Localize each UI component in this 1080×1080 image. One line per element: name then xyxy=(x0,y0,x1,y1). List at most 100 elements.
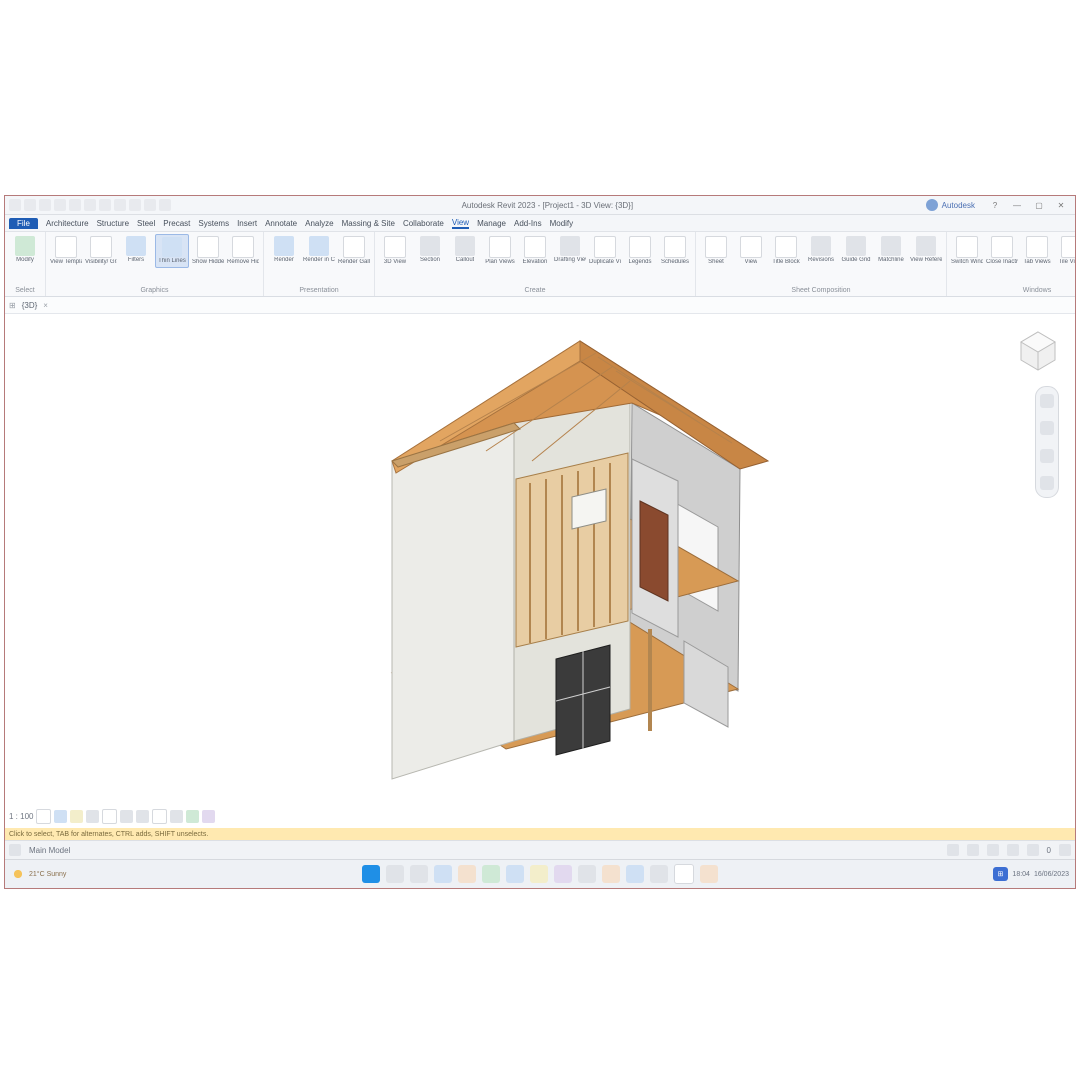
tab-insert[interactable]: Insert xyxy=(237,219,257,228)
tool-switch-windows[interactable]: Switch Windows xyxy=(951,234,983,268)
tab-view[interactable]: View xyxy=(452,218,469,229)
tool-modify[interactable]: Modify xyxy=(9,234,41,266)
tool-title-block[interactable]: Title Block xyxy=(770,234,802,268)
tool-visibility-graphics[interactable]: Visibility/ Graphics xyxy=(85,234,117,268)
drag-elements-icon[interactable] xyxy=(1027,844,1039,856)
drawing-viewport[interactable]: 1 : 100 xyxy=(5,314,1075,828)
visual-style-icon[interactable] xyxy=(54,810,67,823)
tool-section[interactable]: Section xyxy=(414,234,446,266)
user-avatar-icon[interactable] xyxy=(926,199,938,211)
maximize-button[interactable]: ▢ xyxy=(1029,199,1049,211)
select-pinned-icon[interactable] xyxy=(987,844,999,856)
viewcube[interactable] xyxy=(1015,328,1061,374)
properties-collapse-icon[interactable]: ⊞ xyxy=(9,301,16,310)
tool-show-hidden-lines[interactable]: Show Hidden Lines xyxy=(192,234,224,268)
file-tab[interactable]: File xyxy=(9,218,38,229)
filter-icon[interactable] xyxy=(1059,844,1071,856)
detail-level-icon[interactable] xyxy=(36,809,51,824)
unlock-3d-icon[interactable] xyxy=(152,809,167,824)
select-links-icon[interactable] xyxy=(947,844,959,856)
outlook-icon[interactable] xyxy=(578,865,596,883)
qat-open-icon[interactable] xyxy=(69,199,81,211)
qat-save-icon[interactable] xyxy=(9,199,21,211)
notepad-icon[interactable] xyxy=(674,864,694,884)
qat-print-icon[interactable] xyxy=(54,199,66,211)
help-icon[interactable]: ? xyxy=(985,199,1005,211)
teams-icon[interactable] xyxy=(554,865,572,883)
nav-orbit-icon[interactable] xyxy=(1040,476,1054,490)
shadows-icon[interactable] xyxy=(86,810,99,823)
minimize-button[interactable]: ― xyxy=(1007,199,1027,211)
qat-redo-icon[interactable] xyxy=(39,199,51,211)
qat-sync-icon[interactable] xyxy=(84,199,96,211)
tab-addins[interactable]: Add-Ins xyxy=(514,219,542,228)
select-underlay-icon[interactable] xyxy=(967,844,979,856)
tool-tab-views[interactable]: Tab Views xyxy=(1021,234,1053,268)
view-tab-3d[interactable]: {3D} xyxy=(22,301,38,310)
tab-massing[interactable]: Massing & Site xyxy=(342,219,395,228)
quick-access-toolbar[interactable] xyxy=(5,199,175,211)
tool-plan-views[interactable]: Plan Views xyxy=(484,234,516,268)
system-tray[interactable]: ⊞ 18:04 16/06/2023 xyxy=(993,867,1069,881)
crop-view-icon[interactable] xyxy=(120,810,133,823)
tool-render-gallery[interactable]: Render Gallery xyxy=(338,234,370,268)
qat-measure-icon[interactable] xyxy=(99,199,111,211)
tab-modify[interactable]: Modify xyxy=(550,219,574,228)
sun-path-icon[interactable] xyxy=(70,810,83,823)
start-button[interactable] xyxy=(362,865,380,883)
tab-structure[interactable]: Structure xyxy=(97,219,129,228)
tool-elevation[interactable]: Elevation xyxy=(519,234,551,268)
view-scale[interactable]: 1 : 100 xyxy=(9,812,33,821)
tool-3d-view[interactable]: 3D View xyxy=(379,234,411,268)
tab-architecture[interactable]: Architecture xyxy=(46,219,89,228)
temp-hide-icon[interactable] xyxy=(170,810,183,823)
tray-widget-icon[interactable]: ⊞ xyxy=(993,867,1009,881)
tool-view[interactable]: View xyxy=(735,234,767,268)
tab-systems[interactable]: Systems xyxy=(198,219,229,228)
tab-annotate[interactable]: Annotate xyxy=(265,219,297,228)
tab-collaborate[interactable]: Collaborate xyxy=(403,219,444,228)
tool-remove-hidden-lines[interactable]: Remove Hidden Lines xyxy=(227,234,259,268)
nav-wheel-icon[interactable] xyxy=(1040,394,1054,408)
tool-guide-grid[interactable]: Guide Grid xyxy=(840,234,872,266)
main-model-label[interactable]: Main Model xyxy=(29,846,70,855)
qat-text-icon[interactable] xyxy=(144,199,156,211)
taskview-icon[interactable] xyxy=(410,865,428,883)
tool-revisions[interactable]: Revisions xyxy=(805,234,837,266)
powerpoint-icon[interactable] xyxy=(602,865,620,883)
tool-filters[interactable]: Filters xyxy=(120,234,152,266)
tool-matchline[interactable]: Matchline xyxy=(875,234,907,266)
crop-region-icon[interactable] xyxy=(136,810,149,823)
tab-analyze[interactable]: Analyze xyxy=(305,219,333,228)
qat-more-icon[interactable] xyxy=(159,199,171,211)
tool-thin-lines[interactable]: Thin Lines xyxy=(155,234,189,268)
user-area[interactable]: Autodesk xyxy=(920,199,981,211)
vscode-icon[interactable] xyxy=(626,865,644,883)
tool-view-templates[interactable]: View Templates xyxy=(50,234,82,268)
tab-manage[interactable]: Manage xyxy=(477,219,506,228)
tool-duplicate-view[interactable]: Duplicate View xyxy=(589,234,621,268)
revit-icon[interactable] xyxy=(650,865,668,883)
tool-close-inactive[interactable]: Close Inactive xyxy=(986,234,1018,268)
tool-view-reference[interactable]: View Reference xyxy=(910,234,942,266)
qat-undo-icon[interactable] xyxy=(24,199,36,211)
tool-drafting-view[interactable]: Drafting View xyxy=(554,234,586,266)
3d-model[interactable] xyxy=(280,314,800,811)
tool-schedules[interactable]: Schedules xyxy=(659,234,691,268)
qat-tag-icon[interactable] xyxy=(129,199,141,211)
chrome-icon[interactable] xyxy=(530,865,548,883)
tab-steel[interactable]: Steel xyxy=(137,219,155,228)
tab-precast[interactable]: Precast xyxy=(163,219,190,228)
worksharing-icon[interactable] xyxy=(202,810,215,823)
tool-sheet[interactable]: Sheet xyxy=(700,234,732,268)
select-face-icon[interactable] xyxy=(1007,844,1019,856)
explorer-icon[interactable] xyxy=(434,865,452,883)
reveal-hidden-icon[interactable] xyxy=(186,810,199,823)
tool-tile-views[interactable]: Tile Views xyxy=(1056,234,1075,268)
excel-icon[interactable] xyxy=(482,865,500,883)
worksets-icon[interactable] xyxy=(9,844,21,856)
tool-render[interactable]: Render xyxy=(268,234,300,266)
nav-zoom-icon[interactable] xyxy=(1040,449,1054,463)
close-button[interactable]: ✕ xyxy=(1051,199,1071,211)
tool-render-in-cloud[interactable]: Render in Cloud xyxy=(303,234,335,266)
